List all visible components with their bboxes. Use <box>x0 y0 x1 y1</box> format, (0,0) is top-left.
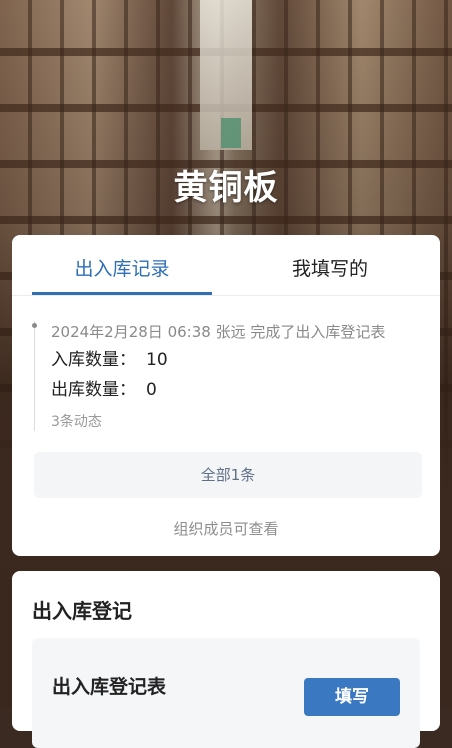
tab-records[interactable]: 出入库记录 <box>32 235 212 295</box>
register-form-item[interactable]: 出入库登记表 填写 <box>32 638 420 748</box>
form-name: 出入库登记表 <box>52 676 167 698</box>
inbound-quantity-label: 入库数量： <box>51 350 136 370</box>
outbound-quantity-label: 出库数量： <box>51 380 136 400</box>
activity-count[interactable]: 3条动态 <box>51 411 102 431</box>
active-tab-indicator <box>32 292 212 295</box>
page-title: 黄铜板 <box>173 168 279 208</box>
fill-button[interactable]: 填写 <box>304 678 400 716</box>
inbound-quantity-row: 入库数量： 10 <box>51 345 168 370</box>
tab-bar: 出入库记录 我填写的 <box>12 235 440 296</box>
outbound-quantity-row: 出库数量： 0 <box>51 375 157 400</box>
inbound-quantity-value: 10 <box>146 350 168 370</box>
register-card: 出入库登记 出入库登记表 填写 <box>12 571 440 748</box>
register-section-title: 出入库登记 <box>32 599 132 623</box>
hero-green-object <box>221 118 241 148</box>
records-card: 出入库记录 我填写的 2024年2月28日 06:38 张远 完成了出入库登记表… <box>12 235 440 556</box>
tab-my-filled[interactable]: 我填写的 <box>240 235 420 295</box>
view-all-button[interactable]: 全部1条 <box>34 452 422 498</box>
activity-log-text: 2024年2月28日 06:38 张远 完成了出入库登记表 <box>51 323 386 341</box>
outbound-quantity-value: 0 <box>146 380 157 400</box>
timeline-dot-icon <box>32 323 37 328</box>
activity-timeline: 2024年2月28日 06:38 张远 完成了出入库登记表 入库数量： 10 出库… <box>32 321 421 431</box>
visibility-note: 组织成员可查看 <box>173 520 279 538</box>
